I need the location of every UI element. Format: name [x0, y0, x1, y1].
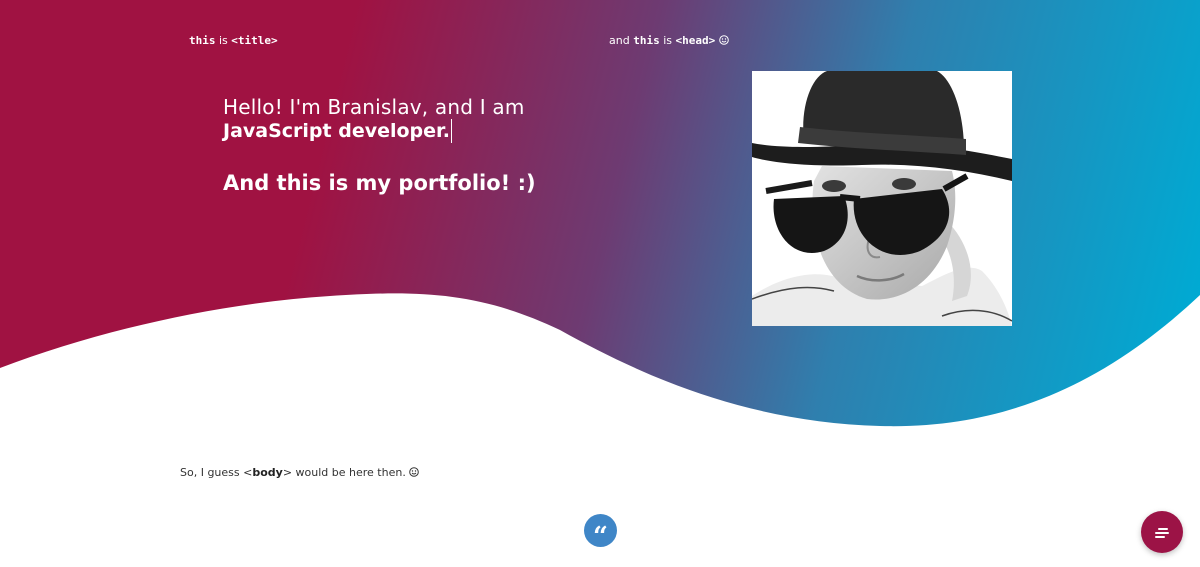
head-note-text: is — [659, 34, 676, 47]
portfolio-tagline: And this is my portfolio! :) — [223, 171, 536, 195]
role-text: JavaScript developer. — [223, 120, 450, 142]
profile-photo — [752, 71, 1012, 326]
title-note: this is <title> — [189, 34, 278, 48]
hero-intro: Hello! I'm Branislav, and I am JavaScrip… — [223, 95, 536, 196]
hero-gradient-background — [0, 0, 1200, 427]
body-note-prefix: So, I guess < — [180, 466, 253, 479]
head-note-prefix: and — [609, 34, 634, 47]
title-note-text: is — [215, 34, 232, 47]
head-note: and this is <head> — [609, 34, 729, 48]
typing-caret — [450, 119, 452, 143]
hero-wave-shape — [0, 0, 1200, 427]
quote-glyph: “ — [593, 522, 608, 552]
smiley-icon — [409, 467, 420, 477]
title-note-tag: <title> — [231, 34, 278, 47]
quote-icon: “ — [584, 514, 617, 552]
portfolio-page: this is <title> and this is <head> Hello… — [0, 0, 1200, 567]
intro-greeting: Hello! I'm Branislav, and I am — [223, 95, 525, 119]
smiley-icon — [718, 35, 729, 45]
head-note-tag: <head> — [675, 34, 716, 47]
body-note: So, I guess <body> would be here then. — [180, 466, 420, 480]
body-note-suffix: > would be here then. — [282, 466, 406, 479]
role-line: JavaScript developer. — [223, 119, 536, 143]
head-note-code: this — [633, 34, 660, 47]
menu-button[interactable] — [1141, 511, 1183, 553]
body-note-tag: body — [252, 466, 283, 479]
title-note-code: this — [189, 34, 216, 47]
